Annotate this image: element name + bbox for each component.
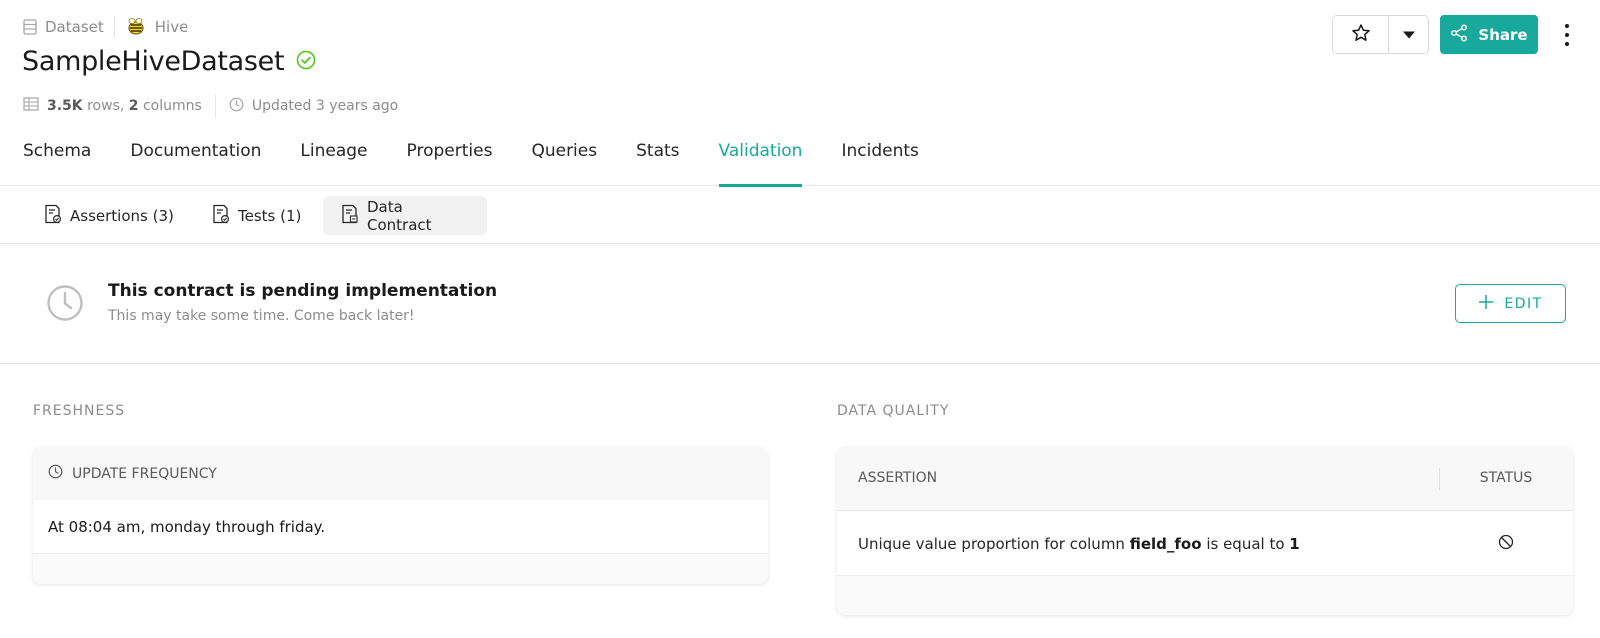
hive-bee-icon xyxy=(125,16,147,38)
tab-queries[interactable]: Queries xyxy=(531,137,597,186)
clock-icon xyxy=(48,464,63,483)
page-title: SampleHiveDataset xyxy=(22,46,285,77)
banner-title: This contract is pending implementation xyxy=(108,281,498,301)
breadcrumb: Dataset Hive xyxy=(23,17,188,37)
column-header-status: STATUS xyxy=(1479,470,1533,486)
check-circle-icon xyxy=(296,50,316,74)
title-row: SampleHiveDataset xyxy=(22,46,316,77)
more-dot xyxy=(1565,23,1569,28)
not-run-icon xyxy=(1498,534,1514,554)
tab-validation[interactable]: Validation xyxy=(718,137,802,187)
header-actions: Share xyxy=(1332,15,1576,54)
table-icon xyxy=(23,19,37,35)
subtab-tests[interactable]: Tests (1) xyxy=(194,196,319,235)
breadcrumb-platform[interactable]: Hive xyxy=(125,16,189,38)
tab-properties[interactable]: Properties xyxy=(407,137,493,186)
banner-subtitle: This may take some time. Come back later… xyxy=(108,308,415,324)
subtab-assertions-label: Assertions (3) xyxy=(70,206,174,225)
subtab-data-contract[interactable]: Data Contract xyxy=(323,196,487,235)
assertion-doc-icon xyxy=(44,204,62,228)
tab-schema[interactable]: Schema xyxy=(23,137,91,186)
edit-button-label: EDIT xyxy=(1504,295,1543,312)
edit-contract-button[interactable]: EDIT xyxy=(1455,284,1566,323)
meta-divider xyxy=(214,94,216,118)
update-frequency-header: UPDATE FREQUENCY xyxy=(33,447,768,500)
data-quality-table: ASSERTION STATUS Unique value proportion… xyxy=(837,447,1573,615)
freshness-card: UPDATE FREQUENCY At 08:04 am, monday thr… xyxy=(33,447,768,584)
column-header-assertion: ASSERTION xyxy=(858,470,938,486)
last-updated-text: Updated 3 years ago xyxy=(251,98,399,114)
breadcrumb-entity-type-label: Dataset xyxy=(45,18,104,36)
last-updated: Updated 3 years ago xyxy=(229,97,398,116)
entity-tabs: Schema Documentation Lineage Properties … xyxy=(23,137,958,187)
update-frequency-label: UPDATE FREQUENCY xyxy=(72,465,217,482)
table-header: ASSERTION STATUS xyxy=(837,447,1573,511)
grid-icon xyxy=(23,97,39,115)
data-quality-section-title: DATA QUALITY xyxy=(837,403,950,419)
entity-meta: 3.5K rows, 2 columns Updated 3 years ago xyxy=(23,94,398,118)
share-icon xyxy=(1450,23,1468,46)
assertion-value: 1 xyxy=(1289,535,1300,553)
tab-documentation[interactable]: Documentation xyxy=(130,137,261,186)
more-dot xyxy=(1565,41,1569,46)
assertion-description: Unique value proportion for column field… xyxy=(858,535,1300,553)
column-suffix: columns xyxy=(142,98,202,114)
contract-doc-icon xyxy=(341,204,359,228)
more-dot xyxy=(1565,32,1569,37)
assertion-status xyxy=(1439,534,1573,554)
update-frequency-value: At 08:04 am, monday through friday. xyxy=(33,500,768,554)
freshness-section-title: FRESHNESS xyxy=(33,403,126,419)
favorite-dropdown-button[interactable] xyxy=(1389,16,1428,53)
more-options-button[interactable] xyxy=(1558,15,1576,54)
caret-down-icon xyxy=(1402,25,1416,44)
row-count: 3.5K xyxy=(47,98,83,114)
star-icon xyxy=(1351,23,1371,47)
subtab-assertions[interactable]: Assertions (3) xyxy=(26,196,192,235)
subtab-tests-label: Tests (1) xyxy=(238,206,302,225)
validation-subtabs: Assertions (3) Tests (1) Data Contract xyxy=(0,186,1600,244)
table-row[interactable]: Unique value proportion for column field… xyxy=(837,512,1573,576)
row-suffix: rows, xyxy=(87,98,125,114)
clock-icon xyxy=(229,97,244,116)
favorite-button[interactable] xyxy=(1333,16,1389,53)
column-count: 2 xyxy=(128,98,139,114)
subtab-data-contract-label: Data Contract xyxy=(367,197,432,234)
breadcrumb-platform-label: Hive xyxy=(154,18,189,36)
contract-status-banner: This contract is pending implementation … xyxy=(0,245,1600,364)
assertion-prefix: Unique value proportion for column xyxy=(858,535,1125,553)
assertion-field: field_foo xyxy=(1129,535,1202,553)
test-doc-icon xyxy=(212,204,230,228)
plus-icon xyxy=(1478,294,1494,314)
breadcrumb-entity-type[interactable]: Dataset xyxy=(23,18,104,36)
tab-incidents[interactable]: Incidents xyxy=(841,137,918,186)
assertion-operator: is equal to xyxy=(1206,535,1285,553)
entity-header: Dataset Hive SampleHiveDataset 3.5K rows… xyxy=(0,0,1600,187)
clock-icon xyxy=(46,284,84,326)
tab-stats[interactable]: Stats xyxy=(636,137,679,186)
favorite-button-group xyxy=(1332,15,1429,54)
share-button-label: Share xyxy=(1478,25,1528,44)
row-column-count: 3.5K rows, 2 columns xyxy=(23,97,202,115)
breadcrumb-divider xyxy=(113,17,115,37)
share-button[interactable]: Share xyxy=(1440,15,1538,54)
tab-lineage[interactable]: Lineage xyxy=(300,137,367,186)
